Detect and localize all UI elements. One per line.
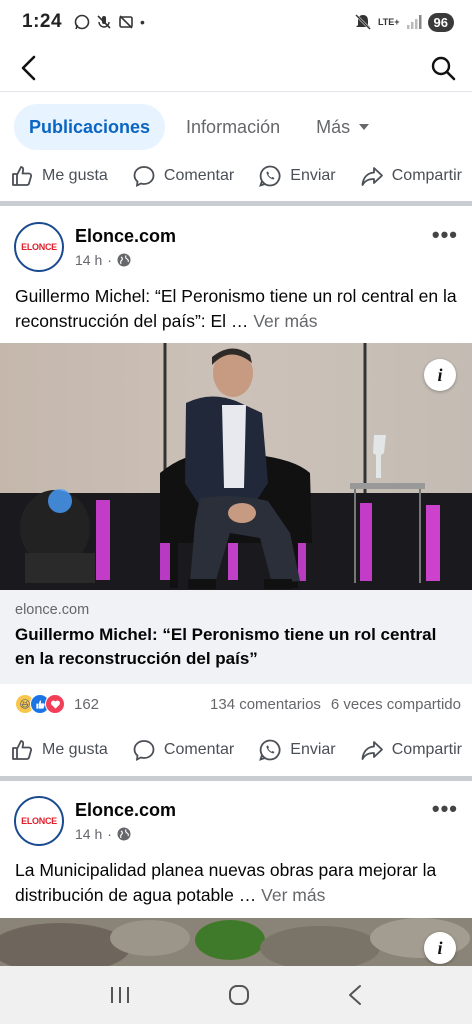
reaction-count[interactable]: 162 [74, 696, 99, 713]
send-button[interactable]: Enviar [258, 738, 336, 762]
globe-icon [117, 253, 131, 267]
see-more-link[interactable]: Ver más [253, 311, 317, 331]
comment-label: Comentar [163, 167, 235, 184]
avatar[interactable]: ELONCE [14, 796, 64, 846]
info-icon[interactable]: i [424, 359, 456, 391]
thumbs-up-icon [12, 166, 33, 186]
avatar-logo-text: ELONCE [21, 816, 57, 826]
thumbs-up-icon [12, 740, 33, 760]
send-label: Enviar [290, 167, 336, 184]
share-button[interactable]: Compartir [360, 164, 462, 188]
like-label: Me gusta [42, 167, 108, 184]
tab-mas[interactable]: Más [301, 104, 385, 150]
like-button[interactable]: Me gusta [10, 164, 108, 188]
silent-icon [355, 14, 371, 30]
tab-informacion[interactable]: Información [171, 104, 295, 150]
battery-badge: 96 [427, 12, 454, 32]
globe-icon [117, 827, 131, 841]
post-photo[interactable]: i [0, 343, 472, 590]
whatsapp-send-icon [259, 165, 281, 187]
system-nav-bar [0, 966, 472, 1024]
post-actions: Me gusta Comentar Enviar Compartir [0, 726, 472, 774]
link-preview[interactable]: elonce.com Guillermo Michel: “El Peronis… [0, 590, 472, 684]
whatsapp-icon [74, 14, 90, 30]
post-text: La Municipalidad planea nuevas obras par… [15, 858, 463, 908]
search-icon[interactable] [430, 55, 456, 81]
reaction-icons[interactable]: 😆 [15, 694, 65, 714]
post-header: ELONCE Elonce.com 14 h · ••• [0, 796, 472, 858]
share-arrow-icon [361, 741, 383, 760]
top-nav [0, 44, 472, 92]
comment-icon [133, 740, 155, 762]
post-text: Guillermo Michel: “El Peronismo tiene un… [15, 284, 463, 334]
home-icon[interactable] [228, 984, 250, 1006]
avatar-logo-text: ELONCE [21, 242, 57, 252]
page-name[interactable]: Elonce.com [75, 800, 176, 821]
share-button[interactable]: Compartir [360, 738, 462, 762]
tab-publicaciones[interactable]: Publicaciones [14, 104, 166, 150]
nav-divider [0, 91, 472, 92]
tab-label: Información [186, 116, 281, 137]
status-bar: 1:24 • LTE+ 96 [0, 0, 472, 44]
recent-apps-icon[interactable] [109, 985, 131, 1005]
comment-label: Comentar [163, 741, 235, 758]
caret-down-icon [359, 124, 370, 130]
post-meta: 14 h · [75, 252, 131, 268]
post-time: 14 h [75, 826, 103, 842]
link-domain: elonce.com [15, 602, 90, 618]
back-icon[interactable] [347, 984, 363, 1006]
signal-icon [406, 15, 422, 29]
post-header: ELONCE Elonce.com 14 h · ••• [0, 222, 472, 284]
tab-label: Más [316, 116, 351, 137]
post-actions-previous: Me gusta Comentar Enviar Compartir [0, 152, 472, 200]
love-reaction-icon [45, 694, 65, 714]
avatar[interactable]: ELONCE [14, 222, 64, 272]
comment-icon [133, 166, 155, 188]
like-label: Me gusta [42, 741, 108, 758]
meta-dot: · [107, 252, 112, 268]
more-options-icon[interactable]: ••• [432, 222, 458, 248]
see-more-link[interactable]: Ver más [261, 885, 325, 905]
profile-tabs: Publicaciones Información Más [14, 104, 385, 150]
post-time: 14 h [75, 252, 103, 268]
dot-icon: • [140, 14, 145, 30]
status-time: 1:24 [22, 11, 63, 32]
post-meta: 14 h · [75, 826, 131, 842]
send-label: Enviar [290, 741, 336, 758]
mute-mic-icon [97, 15, 111, 29]
shares-count[interactable]: 6 veces compartido [331, 696, 461, 713]
post-separator [0, 776, 472, 781]
info-icon[interactable]: i [424, 932, 456, 964]
comment-button[interactable]: Comentar [132, 738, 234, 762]
post-body: Guillermo Michel: “El Peronismo tiene un… [15, 286, 457, 331]
tab-label: Publicaciones [29, 116, 151, 137]
like-button[interactable]: Me gusta [10, 738, 108, 762]
post-photo[interactable]: i [0, 918, 472, 966]
link-title: Guillermo Michel: “El Peronismo tiene un… [15, 625, 437, 668]
no-image-icon [119, 15, 133, 29]
comments-count[interactable]: 134 comentarios [210, 696, 321, 713]
share-label: Compartir [391, 741, 462, 758]
share-arrow-icon [361, 167, 383, 186]
network-label: LTE+ [377, 16, 400, 27]
share-label: Compartir [391, 167, 462, 184]
back-arrow-icon[interactable] [18, 55, 40, 81]
meta-dot: · [107, 826, 112, 842]
rock-photo [0, 918, 472, 966]
send-button[interactable]: Enviar [258, 164, 336, 188]
post-body: La Municipalidad planea nuevas obras par… [15, 860, 437, 905]
studio-photo [0, 343, 472, 590]
more-options-icon[interactable]: ••• [432, 796, 458, 822]
comment-button[interactable]: Comentar [132, 164, 234, 188]
reactions-bar: 😆 162 134 comentarios 6 veces compartido [0, 688, 472, 720]
post-separator [0, 201, 472, 206]
whatsapp-send-icon [259, 739, 281, 761]
page-name[interactable]: Elonce.com [75, 226, 176, 247]
